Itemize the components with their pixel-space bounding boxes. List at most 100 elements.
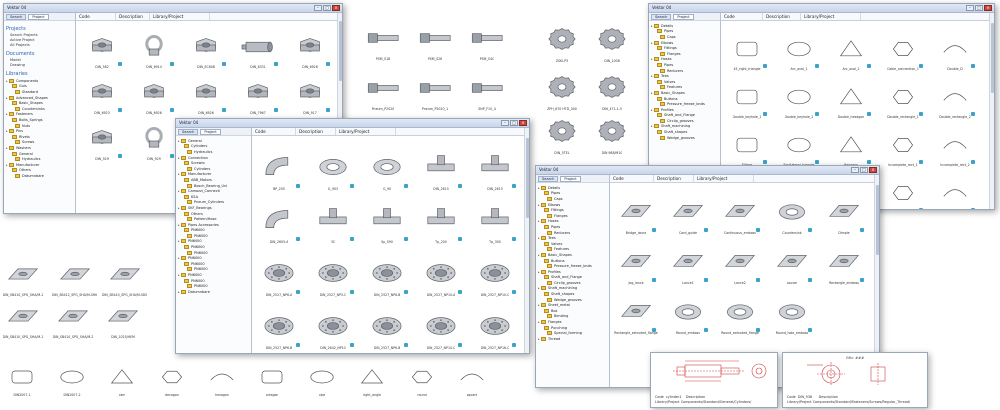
- close-button[interactable]: ×: [984, 5, 992, 11]
- title-bar[interactable]: Vektor 04 – □ ×: [4, 4, 342, 13]
- part-thumbnail[interactable]: DIN_6923: [76, 69, 128, 115]
- sidebar-link[interactable]: Drawing: [6, 63, 73, 68]
- part-thumbnail[interactable]: DIN_2527_NP5-C: [306, 244, 360, 297]
- maximize-button[interactable]: □: [860, 167, 868, 173]
- part-thumbnail[interactable]: DIN_2527_NP10-A: [414, 244, 468, 297]
- part-thumbnail[interactable]: Double_keyhole_2: [773, 71, 825, 119]
- maximize-button[interactable]: □: [510, 120, 518, 126]
- part-thumbnail[interactable]: DIN_2527_NP16-C: [468, 297, 522, 350]
- part-thumbnail[interactable]: Ellipse: [721, 119, 773, 167]
- part-thumbnail[interactable]: G_903: [306, 138, 360, 191]
- part-thumbnail[interactable]: Lance2: [714, 235, 766, 285]
- part-thumbnail[interactable]: DIN_582: [76, 23, 128, 69]
- part-thumbnail[interactable]: DIN_2527_NP10-C: [414, 297, 468, 350]
- project-tab[interactable]: Project: [560, 175, 581, 182]
- maximize-button[interactable]: □: [975, 5, 983, 11]
- part-thumbnail[interactable]: BP_205: [252, 138, 306, 191]
- close-button[interactable]: ×: [869, 167, 877, 173]
- part-thumbnail[interactable]: Bridge_lance: [610, 185, 662, 235]
- scrollbar[interactable]: [989, 13, 994, 209]
- part-thumbnail[interactable]: DIN_929: [76, 115, 128, 161]
- sidebar-section-heading[interactable]: Projects: [6, 26, 73, 32]
- part-thumbnail[interactable]: Round_extruded_flange: [714, 285, 766, 335]
- project-tab[interactable]: Project: [200, 128, 221, 135]
- part-thumbnail[interactable]: DIN_2527_NP6-B: [252, 297, 306, 350]
- part-thumbnail[interactable]: Continuous_emboss: [714, 185, 766, 235]
- sidebar-link[interactable]: All Projects: [6, 43, 73, 48]
- col-library[interactable]: Library/Project: [150, 13, 210, 20]
- part-thumbnail[interactable]: DIN_2615: [468, 138, 522, 191]
- part-thumbnail[interactable]: Tp_200: [414, 191, 468, 244]
- part-thumbnail[interactable]: Equilateral_triangle: [773, 119, 825, 167]
- maximize-button[interactable]: □: [323, 5, 331, 11]
- part-thumbnail[interactable]: Dimple: [818, 185, 870, 235]
- part-thumbnail[interactable]: Double_rectangle_2: [929, 71, 981, 119]
- title-bar[interactable]: Vektor 04 – □ ×: [176, 119, 529, 128]
- sidebar-section-heading[interactable]: Libraries: [6, 71, 73, 77]
- part-thumbnail[interactable]: DIN_6926: [284, 23, 336, 69]
- part-thumbnail[interactable]: Jog_lance: [610, 235, 662, 285]
- minimize-button[interactable]: –: [851, 167, 859, 173]
- part-thumbnail[interactable]: DIN_2527_NP6-A: [252, 244, 306, 297]
- minimize-button[interactable]: –: [966, 5, 974, 11]
- sidebar-section-heading[interactable]: Documents: [6, 51, 73, 57]
- part-thumbnail[interactable]: DIN_2605-A: [252, 191, 306, 244]
- part-thumbnail[interactable]: Round_emboss: [662, 285, 714, 335]
- minimize-button[interactable]: –: [501, 120, 509, 126]
- col-description[interactable]: Description: [116, 13, 150, 20]
- part-thumbnail[interactable]: Hexagon: [825, 119, 877, 167]
- search-tab[interactable]: Search: [178, 128, 199, 135]
- part-thumbnail[interactable]: DIN_917: [284, 69, 336, 115]
- part-thumbnail[interactable]: Double_rectangle_1: [877, 71, 929, 119]
- part-thumbnail[interactable]: Arc_oval_2: [825, 23, 877, 71]
- part-thumbnail[interactable]: Incomplete_rect_1: [877, 119, 929, 167]
- part-thumbnail[interactable]: Arc_oval_1: [773, 23, 825, 71]
- part-thumbnail[interactable]: DIN_2642_NP10: [306, 297, 360, 350]
- part-thumbnail[interactable]: Rectangle_emboss: [818, 235, 870, 285]
- part-thumbnail[interactable]: Cable_connection_1: [877, 23, 929, 71]
- part-thumbnail[interactable]: Tp_300: [468, 191, 522, 244]
- col-description[interactable]: Description: [763, 13, 801, 20]
- close-button[interactable]: ×: [332, 5, 340, 11]
- col-library[interactable]: Library/Project: [694, 175, 754, 182]
- tree-node[interactable]: Wedge_grooves: [651, 135, 718, 141]
- part-thumbnail[interactable]: DIN_2527_NP6-B: [360, 244, 414, 297]
- part-thumbnail[interactable]: Keyhole_1: [929, 167, 981, 209]
- part-thumbnail[interactable]: Double_D: [929, 23, 981, 71]
- part-thumbnail[interactable]: DIN_6926: [180, 69, 232, 115]
- part-thumbnail[interactable]: Round_hole_emboss: [766, 285, 818, 335]
- part-thumbnail[interactable]: Double_keyhole_1: [721, 71, 773, 119]
- search-tab[interactable]: Search: [538, 175, 559, 182]
- col-description[interactable]: Description: [296, 128, 336, 135]
- col-library[interactable]: Library/Project: [801, 13, 861, 20]
- part-thumbnail[interactable]: Incomplete_rect_2: [929, 119, 981, 167]
- col-code[interactable]: Code: [721, 13, 763, 20]
- part-thumbnail[interactable]: Double_hexagon: [825, 71, 877, 119]
- part-thumbnail[interactable]: DIN_929: [128, 115, 180, 161]
- scrollbar[interactable]: [524, 128, 529, 353]
- part-thumbnail[interactable]: G_90: [360, 138, 414, 191]
- part-thumbnail[interactable]: 45_right_triangle: [721, 23, 773, 71]
- part-thumbnail[interactable]: Rectangle_extruded_flange: [610, 285, 662, 335]
- col-code[interactable]: Code: [610, 175, 654, 182]
- part-thumbnail[interactable]: Keyhole_4: [877, 167, 929, 209]
- part-thumbnail[interactable]: DIN_6914: [128, 23, 180, 69]
- col-code[interactable]: Code: [252, 128, 296, 135]
- col-description[interactable]: Description: [654, 175, 694, 182]
- part-thumbnail[interactable]: DIN_2615: [414, 138, 468, 191]
- part-thumbnail[interactable]: Sp_S90: [360, 191, 414, 244]
- tree-node[interactable]: ▸ Datumnbare: [178, 289, 249, 295]
- part-thumbnail[interactable]: Louver: [766, 235, 818, 285]
- part-thumbnail[interactable]: 3C: [306, 191, 360, 244]
- title-bar[interactable]: Vektor 04 – □ ×: [649, 4, 994, 13]
- tree-node[interactable]: ▸ Thread: [538, 336, 607, 342]
- part-thumbnail[interactable]: Lance1: [662, 235, 714, 285]
- tree-node[interactable]: Datumnbare: [6, 173, 73, 179]
- part-thumbnail[interactable]: DIN_6926: [128, 69, 180, 115]
- col-code[interactable]: Code: [76, 13, 116, 20]
- search-tab[interactable]: Search: [6, 13, 27, 20]
- col-library[interactable]: Library/Project: [336, 128, 396, 135]
- part-thumbnail[interactable]: DIN_EC608: [180, 23, 232, 69]
- part-thumbnail[interactable]: DIN_7967: [232, 69, 284, 115]
- part-thumbnail[interactable]: DIN_2527_NP10-C: [468, 244, 522, 297]
